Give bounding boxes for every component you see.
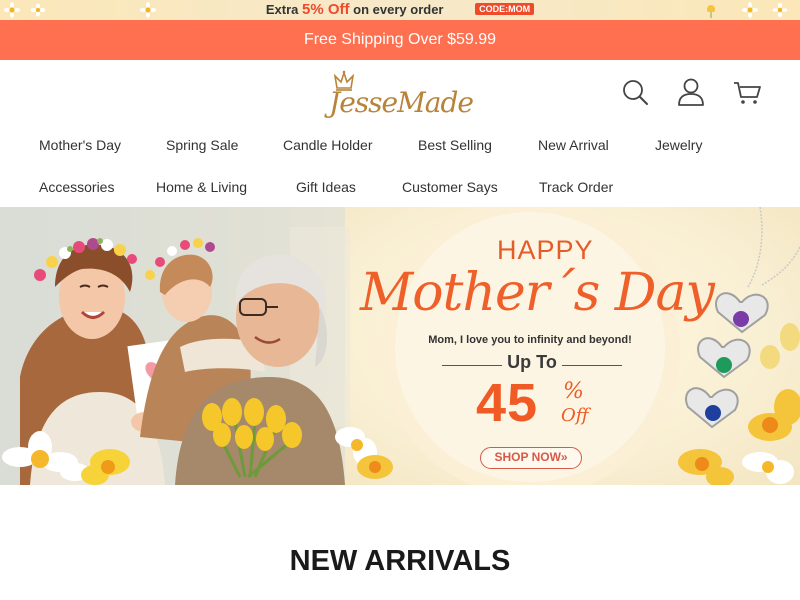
nav-item-new-arrival[interactable]: New Arrival	[538, 137, 609, 153]
hero-divider-right	[562, 365, 622, 366]
promo-percent: 5% Off	[302, 1, 350, 18]
nav-item-track-order[interactable]: Track Order	[539, 179, 613, 195]
hero-discount-value: 45	[476, 373, 539, 433]
site-header: JesseMade	[0, 60, 800, 124]
nav-item-home-living[interactable]: Home & Living	[156, 179, 247, 195]
user-icon[interactable]	[676, 77, 706, 107]
new-arrivals-heading: NEW ARRIVALS	[289, 545, 511, 577]
hero-title: Mother´s Day	[360, 263, 715, 323]
nav-item-accessories[interactable]: Accessories	[39, 179, 114, 195]
hero-happy-text: HAPPY	[497, 235, 594, 265]
promo-suffix: on every order	[353, 2, 444, 17]
promo-prefix: Extra	[265, 2, 299, 17]
hero-up-to: Up To	[507, 352, 557, 372]
cart-icon[interactable]	[732, 77, 762, 107]
nav-item-jewelry[interactable]: Jewelry	[655, 137, 702, 153]
logo-wordmark: JesseMade	[329, 86, 474, 119]
nav-item-best-selling[interactable]: Best Selling	[418, 137, 492, 153]
shop-now-button[interactable]: SHOP NOW»	[480, 447, 582, 469]
promo-banner-text: Extra 5% Off on every order CODE:MOM	[0, 1, 800, 18]
site-logo[interactable]: JesseMade	[323, 66, 479, 122]
nav-item-gift-ideas[interactable]: Gift Ideas	[296, 179, 356, 195]
hero-banner[interactable]: HAPPY Mother´s Day Mom, I love you to in…	[0, 207, 800, 485]
main-nav: Mother's Day Spring Sale Candle Holder B…	[0, 124, 800, 208]
nav-item-customer-says[interactable]: Customer Says	[402, 179, 498, 195]
promo-code-badge: CODE:MOM	[475, 3, 535, 15]
free-shipping-bar: Free Shipping Over $59.99	[0, 20, 800, 60]
hero-percent-sign: %	[563, 379, 584, 404]
promo-strip: Extra 5% Off on every order CODE:MOM	[0, 0, 800, 20]
nav-item-candle-holder[interactable]: Candle Holder	[283, 137, 373, 153]
hero-off-text: Off	[561, 405, 589, 426]
hero-subtitle: Mom, I love you to infinity and beyond!	[428, 334, 632, 346]
nav-item-spring-sale[interactable]: Spring Sale	[166, 137, 238, 153]
nav-item-mothers-day[interactable]: Mother's Day	[39, 137, 121, 153]
search-icon[interactable]	[620, 77, 650, 107]
hero-illustration	[0, 207, 800, 485]
